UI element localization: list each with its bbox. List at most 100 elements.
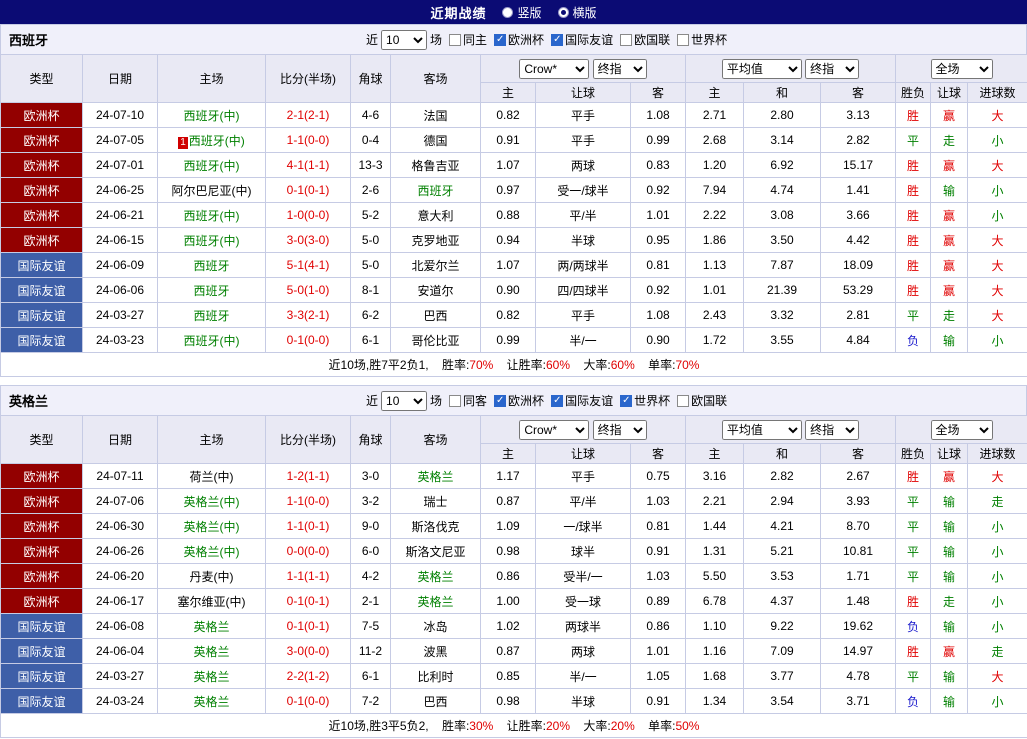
away-team[interactable]: 英格兰 bbox=[417, 595, 453, 609]
home-team[interactable]: 西班牙 bbox=[193, 309, 229, 323]
score[interactable]: 5-1(4-1) bbox=[265, 252, 351, 278]
filter-checkbox-same-away[interactable]: 同客 bbox=[449, 392, 487, 409]
home-team[interactable]: 西班牙(中) bbox=[189, 134, 245, 148]
filter-checkbox-same-home[interactable]: 同主 bbox=[449, 31, 487, 48]
home-team[interactable]: 西班牙 bbox=[193, 259, 229, 273]
bookmaker-select[interactable]: Crow* bbox=[519, 58, 590, 79]
checkbox-icon[interactable] bbox=[620, 394, 633, 407]
score[interactable]: 1-0(0-0) bbox=[265, 202, 351, 228]
away-team[interactable]: 意大利 bbox=[417, 209, 453, 223]
checkbox-icon[interactable] bbox=[449, 394, 462, 407]
layout-radio-vertical[interactable]: 竖版 bbox=[502, 4, 542, 21]
home-team[interactable]: 西班牙(中) bbox=[184, 109, 240, 123]
recent-count-select[interactable]: 10 bbox=[381, 390, 428, 411]
checkbox-icon[interactable] bbox=[551, 394, 564, 407]
checkbox-icon[interactable] bbox=[620, 33, 633, 46]
average-select[interactable]: 平均值 bbox=[721, 58, 802, 79]
filter-checkbox-world-cup[interactable]: 世界杯 bbox=[620, 392, 670, 409]
checkbox-icon[interactable] bbox=[677, 33, 690, 46]
home-team[interactable]: 英格兰 bbox=[193, 645, 229, 659]
home-team[interactable]: 英格兰 bbox=[193, 620, 229, 634]
filter-checkbox-friendly[interactable]: 国际友谊 bbox=[551, 31, 613, 48]
score[interactable]: 3-0(3-0) bbox=[265, 227, 351, 253]
summary-record: 近10场,胜3平5负2, bbox=[328, 719, 429, 733]
score[interactable]: 1-1(1-1) bbox=[265, 563, 351, 589]
score[interactable]: 1-1(0-1) bbox=[265, 513, 351, 539]
home-team[interactable]: 英格兰 bbox=[193, 670, 229, 684]
away-team[interactable]: 德国 bbox=[423, 134, 447, 148]
home-team[interactable]: 英格兰(中) bbox=[184, 520, 240, 534]
score[interactable]: 3-0(0-0) bbox=[265, 638, 351, 664]
average-select[interactable]: 平均值 bbox=[721, 419, 802, 440]
score[interactable]: 2-2(1-2) bbox=[265, 663, 351, 689]
away-team-cell: 比利时 bbox=[390, 663, 481, 689]
score[interactable]: 3-3(2-1) bbox=[265, 302, 351, 328]
filter-checkbox-nations-league[interactable]: 欧国联 bbox=[677, 392, 727, 409]
score[interactable]: 1-1(0-0) bbox=[265, 488, 351, 514]
away-team[interactable]: 英格兰 bbox=[417, 470, 453, 484]
filter-checkbox-euro[interactable]: 欧洲杯 bbox=[494, 392, 544, 409]
away-team[interactable]: 英格兰 bbox=[417, 570, 453, 584]
filter-checkbox-world-cup[interactable]: 世界杯 bbox=[677, 31, 727, 48]
home-team[interactable]: 英格兰(中) bbox=[184, 545, 240, 559]
checkbox-icon[interactable] bbox=[494, 33, 507, 46]
radio-icon[interactable] bbox=[502, 6, 514, 18]
home-team[interactable]: 西班牙(中) bbox=[184, 234, 240, 248]
score[interactable]: 4-1(1-1) bbox=[265, 152, 351, 178]
home-team[interactable]: 塞尔维亚(中) bbox=[178, 595, 246, 609]
away-team[interactable]: 巴西 bbox=[423, 695, 447, 709]
recent-count-select[interactable]: 10 bbox=[381, 29, 428, 50]
away-team[interactable]: 北爱尔兰 bbox=[411, 259, 459, 273]
score[interactable]: 0-1(0-1) bbox=[265, 177, 351, 203]
final-index-select[interactable]: 终指 bbox=[592, 58, 647, 79]
away-team[interactable]: 比利时 bbox=[417, 670, 453, 684]
away-team[interactable]: 哥伦比亚 bbox=[411, 334, 459, 348]
away-team[interactable]: 西班牙 bbox=[417, 184, 453, 198]
radio-icon[interactable] bbox=[557, 6, 569, 18]
score[interactable]: 1-2(1-1) bbox=[265, 463, 351, 489]
checkbox-icon[interactable] bbox=[677, 394, 690, 407]
checkbox-icon[interactable] bbox=[449, 33, 462, 46]
final-index-select[interactable]: 终指 bbox=[592, 419, 647, 440]
layout-radio-horizontal[interactable]: 横版 bbox=[557, 4, 597, 21]
away-team[interactable]: 斯洛伐克 bbox=[411, 520, 459, 534]
home-team[interactable]: 西班牙(中) bbox=[184, 209, 240, 223]
home-team[interactable]: 西班牙(中) bbox=[184, 334, 240, 348]
home-team[interactable]: 英格兰 bbox=[193, 695, 229, 709]
away-team[interactable]: 波黑 bbox=[423, 645, 447, 659]
home-team[interactable]: 荷兰(中) bbox=[190, 470, 234, 484]
checkbox-icon[interactable] bbox=[551, 33, 564, 46]
away-team[interactable]: 冰岛 bbox=[423, 620, 447, 634]
score[interactable]: 0-0(0-0) bbox=[265, 538, 351, 564]
home-team[interactable]: 西班牙(中) bbox=[184, 159, 240, 173]
home-team[interactable]: 西班牙 bbox=[193, 284, 229, 298]
away-team[interactable]: 格鲁吉亚 bbox=[411, 159, 459, 173]
score[interactable]: 2-1(2-1) bbox=[265, 102, 351, 128]
away-team[interactable]: 瑞士 bbox=[423, 495, 447, 509]
away-team[interactable]: 安道尔 bbox=[417, 284, 453, 298]
checkbox-icon[interactable] bbox=[494, 394, 507, 407]
away-team[interactable]: 斯洛文尼亚 bbox=[405, 545, 465, 559]
filter-checkbox-euro[interactable]: 欧洲杯 bbox=[494, 31, 544, 48]
filter-checkbox-nations-league[interactable]: 欧国联 bbox=[620, 31, 670, 48]
home-team[interactable]: 丹麦(中) bbox=[190, 570, 234, 584]
away-team[interactable]: 巴西 bbox=[423, 309, 447, 323]
score[interactable]: 0-1(0-1) bbox=[265, 588, 351, 614]
handicap-line: 平手 bbox=[535, 127, 631, 153]
score[interactable]: 0-1(0-0) bbox=[265, 688, 351, 714]
bookmaker-select[interactable]: Crow* bbox=[519, 419, 590, 440]
score[interactable]: 5-0(1-0) bbox=[265, 277, 351, 303]
match-row: 欧洲杯 24-06-20 丹麦(中) 1-1(1-1) 4-2 英格兰 0.86… bbox=[0, 563, 1027, 589]
score[interactable]: 0-1(0-0) bbox=[265, 327, 351, 353]
filter-checkbox-friendly[interactable]: 国际友谊 bbox=[551, 392, 613, 409]
away-team[interactable]: 克罗地亚 bbox=[411, 234, 459, 248]
away-team[interactable]: 法国 bbox=[423, 109, 447, 123]
home-team[interactable]: 英格兰(中) bbox=[184, 495, 240, 509]
score[interactable]: 1-1(0-0) bbox=[265, 127, 351, 153]
full-match-select[interactable]: 全场 bbox=[930, 419, 993, 440]
score[interactable]: 0-1(0-1) bbox=[265, 613, 351, 639]
home-team[interactable]: 阿尔巴尼亚(中) bbox=[172, 184, 252, 198]
final-index-select-2[interactable]: 终指 bbox=[805, 58, 860, 79]
final-index-select-2[interactable]: 终指 bbox=[805, 419, 860, 440]
full-match-select[interactable]: 全场 bbox=[930, 58, 993, 79]
